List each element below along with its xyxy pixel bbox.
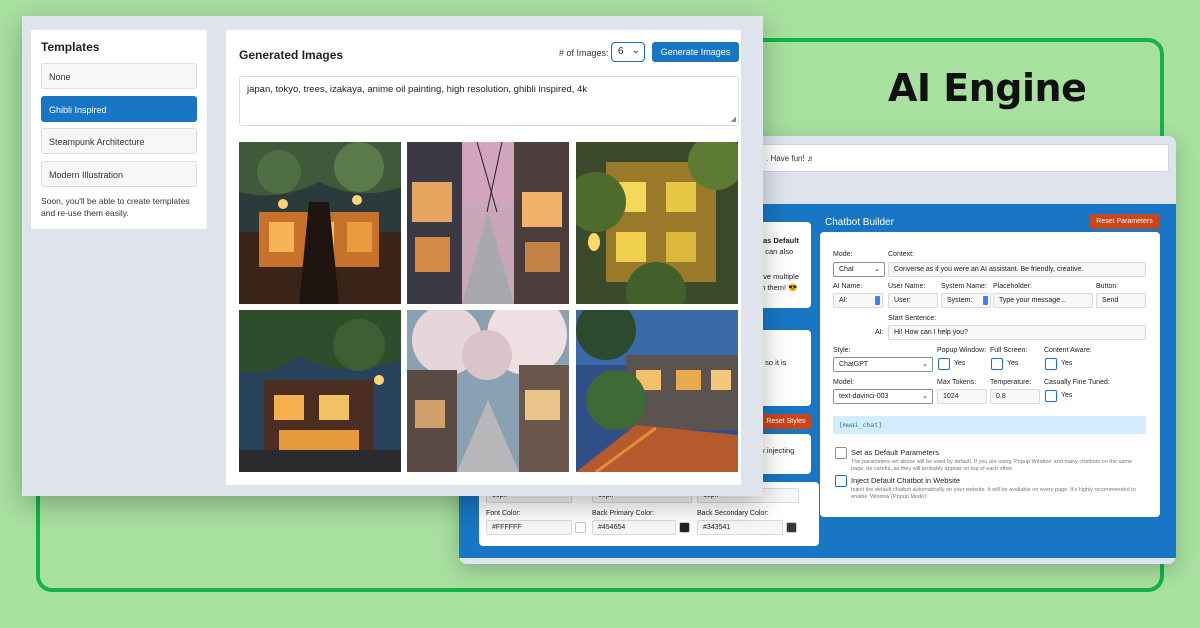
style-select[interactable]: ChatGPT ⌄ xyxy=(833,357,933,372)
fine-tuned-checkbox[interactable] xyxy=(1045,390,1057,402)
cursor-icon xyxy=(983,296,988,305)
template-item-modern[interactable]: Modern Illustration xyxy=(41,161,197,187)
font-color-input[interactable]: #FFFFFF xyxy=(486,520,572,535)
chevron-down-icon: ⌄ xyxy=(922,393,928,400)
start-sentence-label: Start Sentence: xyxy=(888,315,937,322)
info-card: , so it is xyxy=(759,330,811,406)
chevron-down-icon: ⌄ xyxy=(874,266,880,273)
generated-images-panel: Generated Images # of Images: 6 ⌄ Genera… xyxy=(226,30,741,485)
chevron-down-icon: ⌄ xyxy=(922,361,928,368)
default-params-note: The parameters set above will be used by… xyxy=(851,459,1132,472)
back-primary-label: Back Primary Color: xyxy=(592,510,655,517)
images-window: Templates None Ghibli Inspired Steampunk… xyxy=(22,16,763,496)
info-line: y injecting xyxy=(761,446,795,455)
default-params-checkbox[interactable] xyxy=(835,447,847,459)
full-screen-label: Full Screen: xyxy=(990,347,1028,354)
model-value: text-davinci-003 xyxy=(839,393,889,400)
fine-tuned-yes: Yes xyxy=(1061,392,1073,399)
popup-window-checkbox[interactable] xyxy=(938,358,950,370)
generated-image[interactable] xyxy=(239,310,401,472)
user-name-label: User Name: xyxy=(888,283,926,290)
back-secondary-swatch[interactable] xyxy=(786,522,797,533)
generated-image[interactable] xyxy=(239,142,401,304)
builder-title: Chatbot Builder xyxy=(825,217,894,228)
cursor-icon xyxy=(875,296,880,305)
generate-images-button[interactable]: Generate Images xyxy=(652,42,739,62)
inject-chatbot-checkbox[interactable] xyxy=(835,475,847,487)
prompt-textarea[interactable]: japan, tokyo, trees, izakaya, anime oil … xyxy=(239,76,739,126)
back-secondary-input[interactable]: #343541 xyxy=(697,520,783,535)
info-line: , so it is xyxy=(761,358,787,367)
info-line: ave multiple xyxy=(759,272,800,281)
content-aware-checkbox[interactable] xyxy=(1045,358,1057,370)
info-card: as Default u can also ave multiple th th… xyxy=(759,222,811,308)
back-primary-input[interactable]: #454654 xyxy=(592,520,676,535)
model-label: Model: xyxy=(833,379,855,386)
templates-title: Templates xyxy=(41,40,100,54)
templates-panel: Templates None Ghibli Inspired Steampunk… xyxy=(31,30,207,229)
mode-value: Chat xyxy=(839,266,854,273)
system-name-label: System Name: xyxy=(941,283,987,290)
template-item-ghibli[interactable]: Ghibli Inspired xyxy=(41,96,197,122)
num-images-select[interactable]: 6 ⌄ xyxy=(611,42,645,62)
info-line: th them! 😎 xyxy=(759,283,798,292)
style-label: Style: xyxy=(833,347,851,354)
placeholder-input[interactable]: Type your message... xyxy=(993,293,1093,308)
style-value: ChatGPT xyxy=(839,361,869,368)
inject-chatbot-label: Inject Default Chatbot in Website xyxy=(851,476,961,485)
max-tokens-label: Max Tokens: xyxy=(937,379,977,386)
generated-image[interactable] xyxy=(576,142,738,304)
info-line: as Default xyxy=(763,236,799,245)
generated-image[interactable] xyxy=(576,310,738,472)
resize-grip-icon[interactable]: ◢ xyxy=(731,115,736,123)
chevron-down-icon: ⌄ xyxy=(631,45,640,56)
model-select[interactable]: text-davinci-003 ⌄ xyxy=(833,389,933,404)
num-images-label: # of Images: xyxy=(559,48,609,58)
notice-bar: . Have fun! ♬ xyxy=(759,144,1169,172)
generated-image[interactable] xyxy=(407,310,569,472)
content-aware-yes: Yes xyxy=(1061,360,1073,367)
template-item-steampunk[interactable]: Steampunk Architecture xyxy=(41,128,197,154)
shortcode-display: [mwai_chat] xyxy=(833,416,1146,434)
font-color-label: Font Color: xyxy=(486,510,521,517)
max-tokens-input[interactable]: 1024 xyxy=(937,389,987,404)
start-sentence-prefix: AI: xyxy=(875,329,884,336)
content-aware-label: Content Aware: xyxy=(1044,347,1092,354)
back-secondary-label: Back Secondary Color: xyxy=(697,510,769,517)
inject-chatbot-note: Inject the default chatbot automatically… xyxy=(851,487,1136,500)
template-item-none[interactable]: None xyxy=(41,63,197,89)
default-params-label: Set as Default Parameters xyxy=(851,448,939,457)
info-card: y injecting xyxy=(759,434,811,474)
full-screen-checkbox[interactable] xyxy=(991,358,1003,370)
button-text-input[interactable]: Send xyxy=(1096,293,1146,308)
reset-parameters-button[interactable]: Reset Parameters xyxy=(1090,214,1159,229)
temperature-input[interactable]: 0.8 xyxy=(990,389,1040,404)
brand-title: AI Engine xyxy=(888,66,1087,110)
info-line: u can also xyxy=(759,247,794,256)
num-images-value: 6 xyxy=(618,46,624,57)
generated-images-title: Generated Images xyxy=(239,48,344,62)
back-primary-swatch[interactable] xyxy=(679,522,690,533)
temperature-label: Temperature: xyxy=(990,379,1032,386)
popup-window-yes: Yes xyxy=(954,360,966,367)
mode-label: Mode: xyxy=(833,251,853,258)
context-input[interactable]: Converse as if you were an AI assistant.… xyxy=(888,262,1146,277)
context-label: Context: xyxy=(888,251,915,258)
placeholder-label: Placeholder: xyxy=(993,283,1032,290)
font-color-swatch[interactable] xyxy=(575,522,586,533)
prompt-text: japan, tokyo, trees, izakaya, anime oil … xyxy=(247,84,588,95)
fine-tuned-label: Casually Fine Tuned: xyxy=(1044,379,1110,386)
reset-styles-button[interactable]: Reset Styles xyxy=(761,414,811,429)
full-screen-yes: Yes xyxy=(1007,360,1019,367)
popup-window-label: Popup Window: xyxy=(937,347,987,354)
generated-image[interactable] xyxy=(407,142,569,304)
start-sentence-input[interactable]: Hi! How can I help you? xyxy=(888,325,1146,340)
templates-note: Soon, you'll be able to create templates… xyxy=(41,196,190,218)
user-name-input[interactable]: User: xyxy=(888,293,938,308)
mode-select[interactable]: Chat ⌄ xyxy=(833,262,885,277)
ai-name-label: AI Name: xyxy=(833,283,863,290)
button-label: Button: xyxy=(1096,283,1119,290)
chatbot-builder: Mode: Chat ⌄ Context: Converse as if you… xyxy=(820,232,1160,517)
